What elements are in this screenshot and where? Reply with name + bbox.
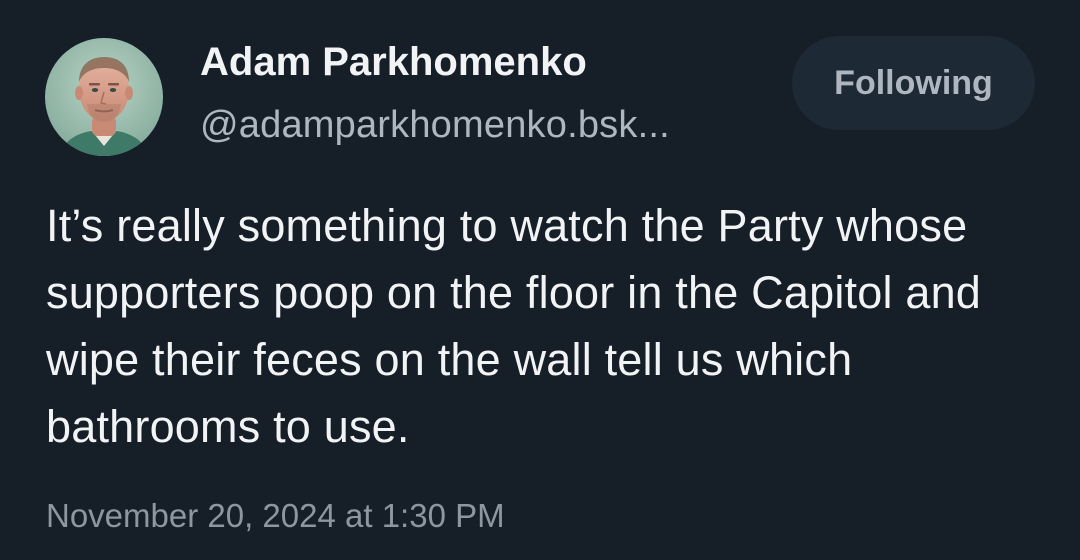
post-text: It’s really something to watch the Party…	[46, 200, 982, 452]
following-button[interactable]: Following	[792, 36, 1035, 130]
avatar-photo	[45, 38, 163, 156]
author-handle[interactable]: @adamparkhomenko.bsk...	[200, 104, 670, 147]
post-timestamp[interactable]: November 20, 2024 at 1:30 PM	[46, 497, 505, 535]
post-card: Adam Parkhomenko @adamparkhomenko.bsk...…	[0, 0, 1080, 560]
author-display-name[interactable]: Adam Parkhomenko	[200, 40, 587, 85]
avatar[interactable]	[45, 38, 163, 156]
